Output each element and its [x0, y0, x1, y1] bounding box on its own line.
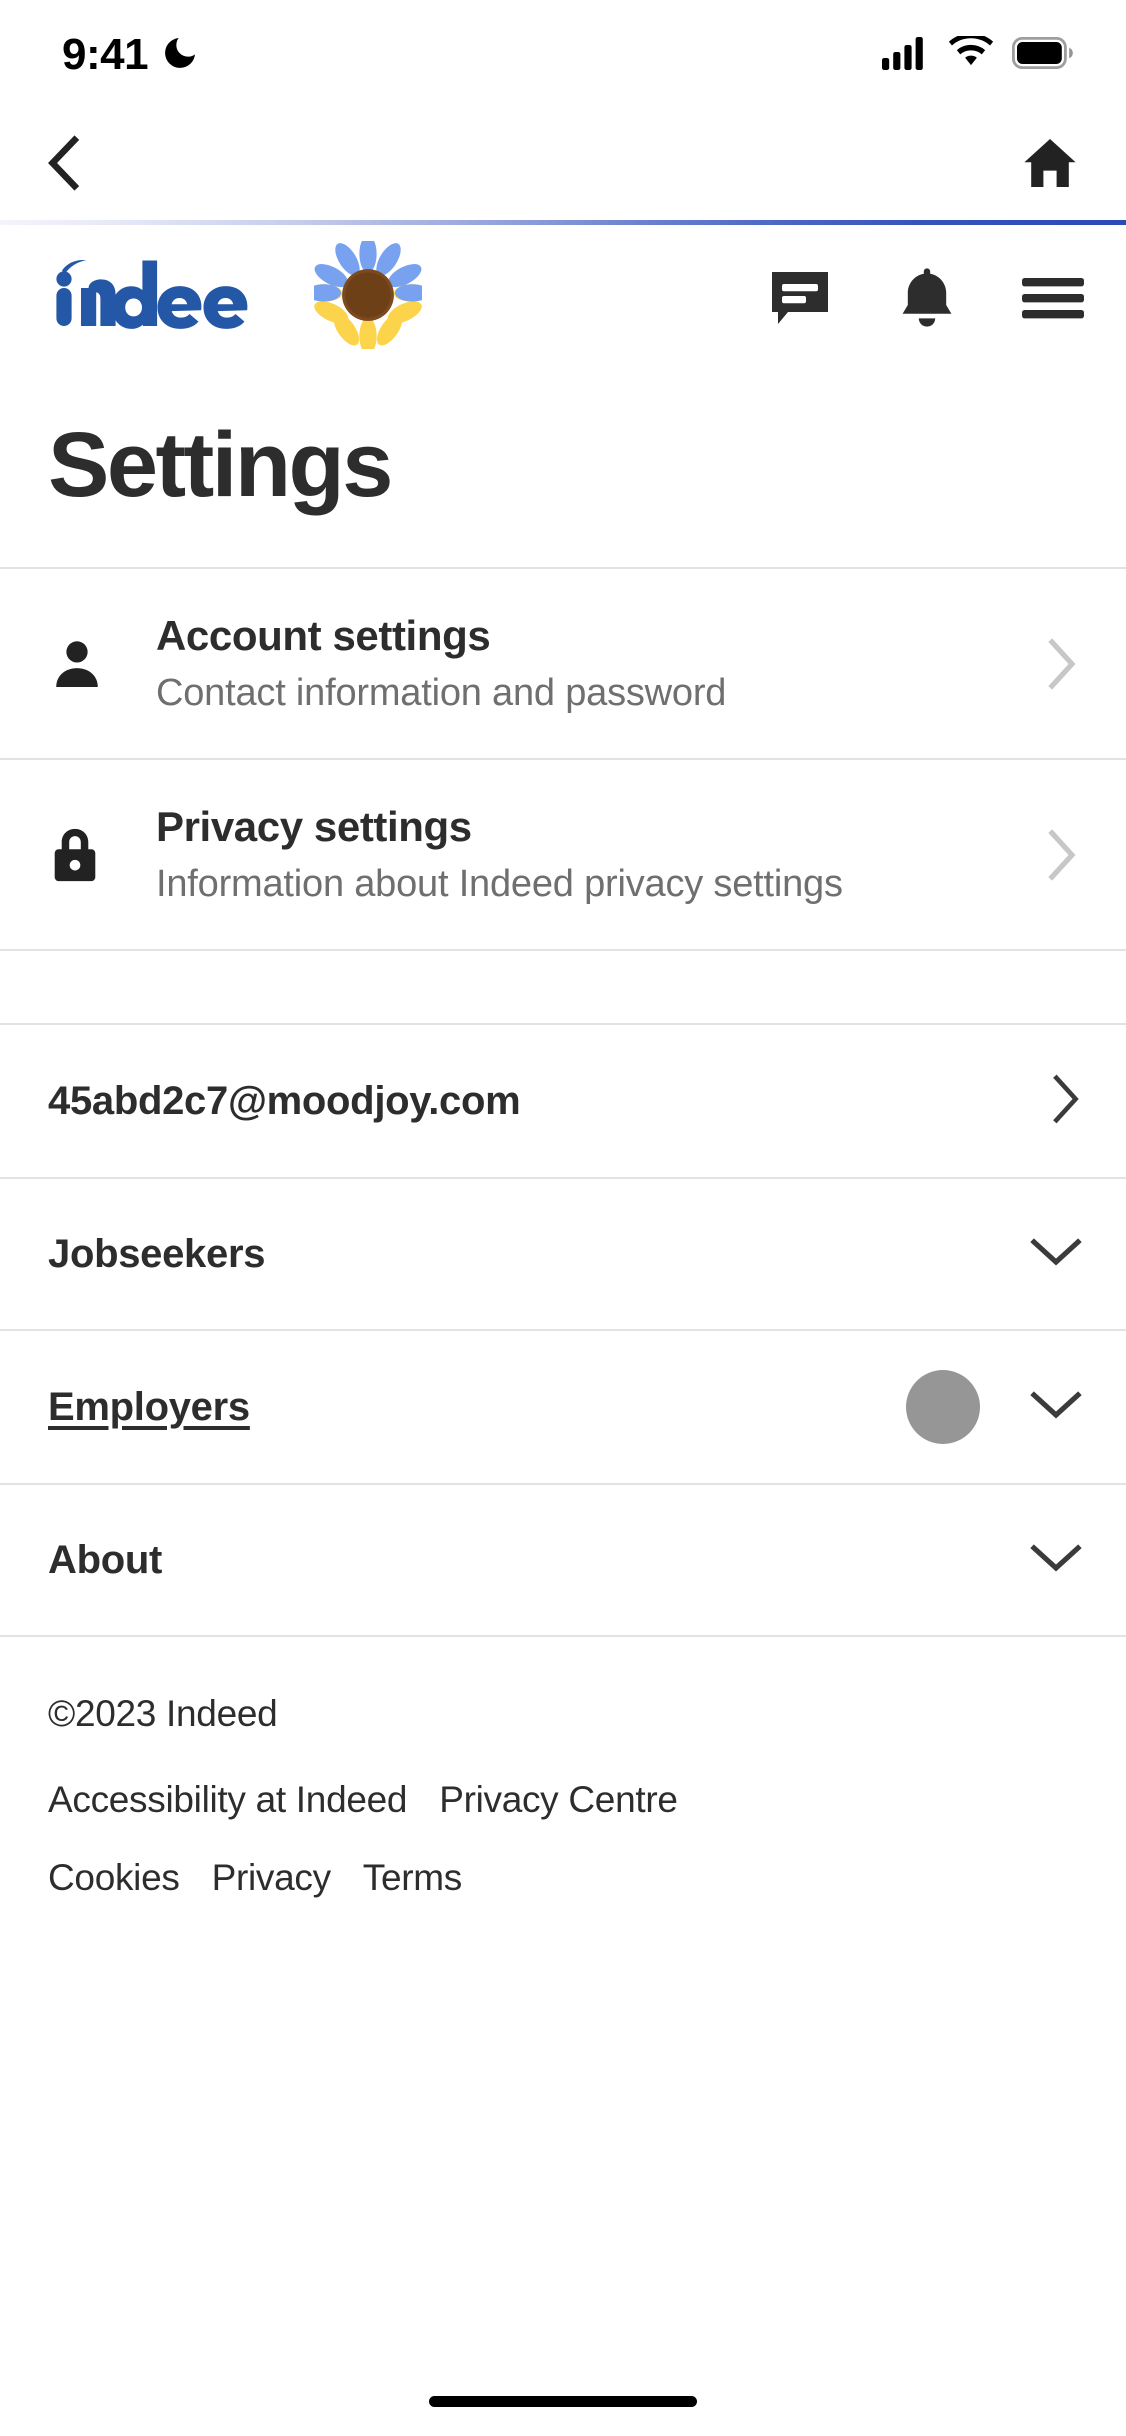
browser-nav-bar	[0, 110, 1126, 220]
settings-row-privacy[interactable]: Privacy settings Information about Indee…	[0, 760, 1126, 949]
indeed-logo[interactable]	[48, 258, 276, 337]
chevron-right-icon[interactable]	[1050, 1074, 1082, 1129]
sunflower-emoji	[306, 235, 430, 355]
status-bar: 9:41	[0, 0, 1126, 110]
footer: ©2023 Indeed Accessibility at Indeed Pri…	[0, 1637, 1126, 1906]
accordion-row-employers-right	[906, 1370, 1082, 1445]
cellular-signal-icon	[882, 36, 930, 75]
accordion-row-about[interactable]: About	[0, 1485, 1126, 1635]
status-bar-left: 9:41	[62, 30, 200, 80]
wifi-icon	[948, 32, 994, 75]
home-button[interactable]	[1022, 137, 1078, 194]
accordion-row-jobseekers[interactable]: Jobseekers	[0, 1179, 1126, 1329]
bell-icon[interactable]	[898, 266, 956, 330]
footer-link-cookies[interactable]: Cookies	[48, 1849, 180, 1906]
account-email-label: 45abd2c7@moodjoy.com	[48, 1078, 521, 1123]
footer-link-privacy-centre[interactable]: Privacy Centre	[439, 1771, 678, 1828]
settings-row-privacy-subtitle: Information about Indeed privacy setting…	[156, 862, 843, 905]
header-icon-group	[768, 266, 1084, 330]
footer-link-privacy[interactable]: Privacy	[212, 1849, 332, 1906]
accordion-row-employers[interactable]: Employers	[0, 1331, 1126, 1483]
hamburger-menu-icon[interactable]	[1022, 274, 1084, 322]
section-gap	[0, 951, 1126, 1024]
chevron-right-icon[interactable]	[1026, 829, 1078, 881]
home-icon	[1022, 137, 1078, 194]
accordion-row-about-right	[1030, 1542, 1082, 1579]
account-email-row[interactable]: 45abd2c7@moodjoy.com	[0, 1025, 1126, 1177]
battery-full-icon	[1011, 36, 1074, 74]
accordion-label-employers: Employers	[48, 1384, 250, 1429]
chevron-down-icon[interactable]	[1030, 1389, 1082, 1426]
settings-row-privacy-text: Privacy settings Information about Indee…	[118, 800, 1026, 909]
settings-row-privacy-title: Privacy settings	[156, 803, 472, 851]
settings-row-account-title: Account settings	[156, 612, 491, 660]
lock-icon	[48, 826, 118, 884]
footer-copyright: ©2023 Indeed	[48, 1693, 278, 1735]
person-icon	[48, 635, 118, 693]
touch-cursor-indicator	[906, 1370, 980, 1445]
status-time: 9:41	[62, 30, 149, 79]
settings-row-account-text: Account settings Contact information and…	[118, 609, 1026, 718]
footer-link-list: Accessibility at Indeed Privacy Centre C…	[48, 1771, 688, 1906]
crescent-moon-icon	[160, 33, 200, 78]
accordion-label-about: About	[48, 1537, 163, 1582]
chevron-down-icon[interactable]	[1030, 1236, 1082, 1273]
brand-group[interactable]	[48, 235, 430, 355]
footer-link-terms[interactable]: Terms	[363, 1849, 463, 1906]
settings-row-account-subtitle: Contact information and password	[156, 671, 727, 714]
chevron-left-icon	[42, 134, 88, 197]
chevron-right-icon[interactable]	[1026, 637, 1078, 690]
accordion-row-jobseekers-right	[1030, 1236, 1082, 1273]
settings-row-account[interactable]: Account settings Contact information and…	[0, 569, 1126, 758]
account-email-row-right	[1050, 1074, 1082, 1129]
accordion-label-jobseekers: Jobseekers	[48, 1231, 266, 1276]
status-bar-right	[882, 32, 1074, 75]
chevron-down-icon[interactable]	[1030, 1542, 1082, 1579]
footer-link-accessibility[interactable]: Accessibility at Indeed	[48, 1771, 407, 1828]
home-indicator[interactable]	[429, 2395, 697, 2407]
page-title: Settings	[48, 414, 393, 516]
back-button[interactable]	[42, 134, 88, 197]
home-indicator-area	[0, 2366, 1126, 2436]
indeed-app-header	[0, 225, 1126, 370]
message-bubble-icon[interactable]	[768, 268, 832, 328]
